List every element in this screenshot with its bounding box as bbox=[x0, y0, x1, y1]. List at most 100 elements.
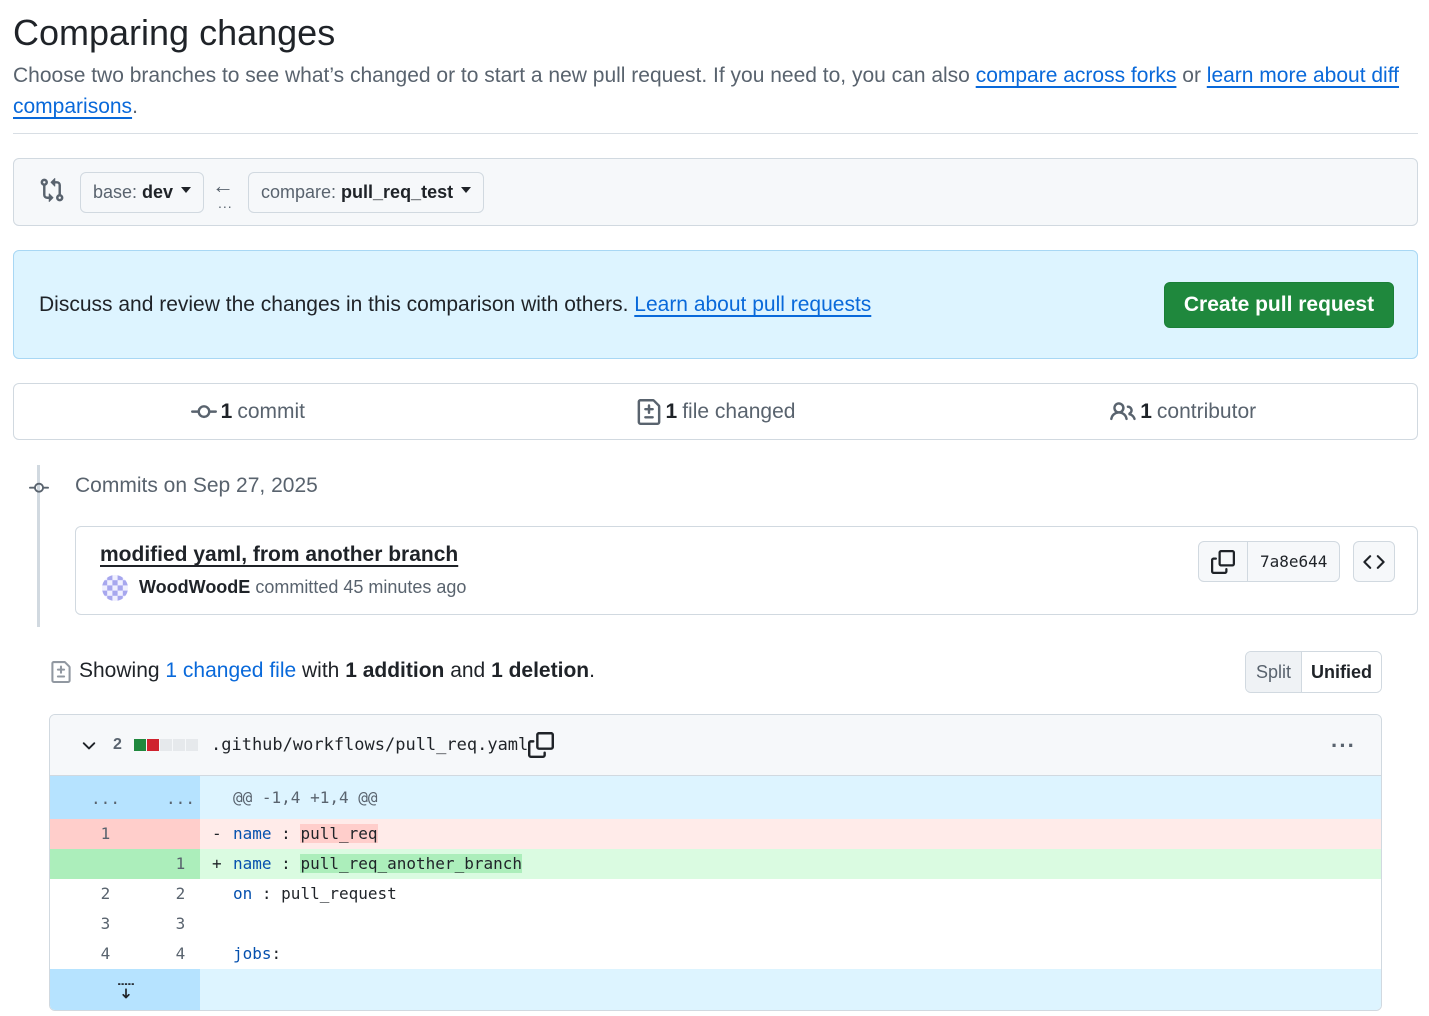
commits-count-link[interactable]: 1 commit bbox=[14, 384, 482, 439]
files-label: file changed bbox=[682, 399, 796, 423]
diff-line-context: 4 4 jobs: bbox=[50, 939, 1381, 969]
old-line-number[interactable]: 1 bbox=[68, 819, 143, 849]
hunk-header-row: ... ... @@ -1,4 +1,4 @@ bbox=[50, 776, 1381, 819]
header-divider bbox=[13, 133, 1418, 134]
kebab-horizontal-icon[interactable]: ··· bbox=[1331, 733, 1356, 759]
avatar[interactable] bbox=[102, 575, 128, 601]
diffstat-block-added bbox=[134, 739, 146, 751]
yaml-key: name bbox=[233, 824, 272, 843]
toc-with: with bbox=[296, 659, 346, 682]
identicon-icon bbox=[102, 575, 128, 601]
subtitle-text: Choose two branches to see what’s change… bbox=[13, 64, 976, 87]
range-editor: base: dev ← ... compare: pull_req_test bbox=[13, 158, 1418, 226]
hunk-header: @@ -1,4 +1,4 @@ bbox=[233, 788, 378, 807]
yaml-value: pull_req_another_branch bbox=[300, 854, 522, 873]
contributors-count: 1 bbox=[1140, 399, 1152, 423]
commits-label: commit bbox=[237, 399, 306, 423]
old-line-number[interactable] bbox=[68, 849, 143, 879]
browse-repository-button[interactable] bbox=[1353, 541, 1395, 582]
expand-up-left[interactable]: ... bbox=[68, 776, 143, 819]
base-branch-value: dev bbox=[142, 182, 174, 202]
yaml-key: jobs bbox=[233, 944, 272, 963]
file-path-link[interactable]: .github/workflows/pull_req.yaml bbox=[211, 735, 528, 755]
diffstat-blocks bbox=[134, 739, 198, 751]
commit-sha-group: 7a8e644 bbox=[1198, 541, 1341, 582]
commit-item: modified yaml, from another branch WoodW… bbox=[75, 526, 1418, 615]
code-icon bbox=[1363, 554, 1385, 569]
diff-line-deleted: 1 - name : pull_req bbox=[50, 819, 1381, 849]
toc-period: . bbox=[589, 659, 595, 682]
expand-down-row bbox=[50, 969, 1381, 1010]
commit-action: committed 45 minutes ago bbox=[250, 577, 467, 597]
diffstat-block-deleted bbox=[147, 739, 159, 751]
people-icon bbox=[1110, 401, 1136, 420]
yaml-separator: : bbox=[271, 944, 282, 963]
compare-branch-value: pull_req_test bbox=[341, 182, 454, 202]
compare-prefix: compare: bbox=[261, 182, 337, 202]
file-diff-icon bbox=[637, 398, 660, 425]
yaml-separator: : bbox=[252, 884, 282, 903]
caret-down-icon bbox=[461, 186, 472, 193]
numbers-summary: 1 commit 1 file changed 1 contributor bbox=[13, 383, 1418, 440]
old-line-number[interactable]: 4 bbox=[68, 939, 143, 969]
page-subtitle: Choose two branches to see what’s change… bbox=[13, 60, 1413, 122]
chevron-down-icon[interactable] bbox=[79, 736, 99, 756]
yaml-value: pull_request bbox=[281, 884, 397, 903]
commits-date-header: Commits on Sep 27, 2025 bbox=[75, 474, 318, 497]
copy-icon bbox=[1211, 549, 1235, 574]
file-diff-icon bbox=[51, 661, 71, 683]
yaml-key: on bbox=[233, 884, 253, 903]
learn-pull-requests-link[interactable]: Learn about pull requests bbox=[634, 293, 871, 316]
commits-count: 1 bbox=[220, 399, 233, 423]
diff-line-context: 3 3 bbox=[50, 909, 1381, 939]
commit-sha-link[interactable]: 7a8e644 bbox=[1248, 542, 1339, 581]
toc-additions: 1 addition bbox=[345, 659, 445, 682]
git-commit-icon bbox=[29, 482, 49, 493]
file-diff: 2 .github/workflows/pull_req.yaml ··· ..… bbox=[49, 714, 1382, 1011]
diff-line-added: 1 + name : pull_req_another_branch bbox=[50, 849, 1381, 879]
git-commit-icon bbox=[190, 404, 217, 418]
old-line-number[interactable]: 3 bbox=[68, 909, 143, 939]
subtitle-or: or bbox=[1176, 64, 1207, 87]
unfold-down-icon[interactable] bbox=[117, 979, 135, 1001]
compare-flash: Discuss and review the changes in this c… bbox=[13, 250, 1418, 359]
toc-deletions: 1 deletion bbox=[491, 659, 590, 682]
files-count: 1 bbox=[665, 399, 678, 423]
base-branch-select[interactable]: base: dev bbox=[80, 172, 205, 213]
subtitle-period: . bbox=[132, 95, 138, 118]
git-compare-icon bbox=[40, 177, 64, 203]
yaml-separator: : bbox=[271, 854, 301, 873]
changed-file-link[interactable]: 1 changed file bbox=[165, 659, 296, 682]
contributors-link[interactable]: 1 contributor bbox=[949, 384, 1417, 439]
diff-table: ... ... @@ -1,4 +1,4 @@ 1 - name : pull_… bbox=[50, 776, 1381, 1010]
toc-showing: Showing bbox=[79, 659, 166, 682]
copy-sha-button[interactable] bbox=[1199, 542, 1248, 581]
create-pull-request-button[interactable]: Create pull request bbox=[1164, 282, 1394, 328]
compare-branch-select[interactable]: compare: pull_req_test bbox=[248, 172, 485, 213]
toc-and: and bbox=[444, 659, 492, 682]
old-line-number[interactable]: 2 bbox=[68, 879, 143, 909]
diff-line-context: 2 2 on : pull_request bbox=[50, 879, 1381, 909]
yaml-key: name bbox=[233, 854, 272, 873]
contributors-label: contributor bbox=[1156, 399, 1257, 423]
split-view-button[interactable]: Split bbox=[1246, 652, 1302, 692]
diffstat-block-neutral bbox=[160, 739, 172, 751]
range-dots: ... bbox=[218, 195, 233, 211]
caret-down-icon bbox=[181, 186, 192, 193]
diffstat-block-neutral bbox=[186, 739, 198, 751]
file-header: 2 .github/workflows/pull_req.yaml ··· bbox=[50, 715, 1381, 776]
diffstat-count: 2 bbox=[113, 736, 122, 753]
base-prefix: base: bbox=[93, 182, 138, 202]
flash-text: Discuss and review the changes in this c… bbox=[39, 293, 871, 317]
files-changed-link[interactable]: 1 file changed bbox=[482, 384, 950, 439]
diff-view-toggle: Split Unified bbox=[1245, 651, 1382, 693]
commit-author-link[interactable]: WoodWoodE bbox=[139, 577, 250, 597]
unified-view-button[interactable]: Unified bbox=[1302, 652, 1381, 692]
diff-summary-text: Showing 1 changed file with 1 addition a… bbox=[79, 659, 595, 683]
commit-title-link[interactable]: modified yaml, from another branch bbox=[100, 543, 458, 567]
compare-across-forks-link[interactable]: compare across forks bbox=[976, 64, 1177, 87]
copy-icon[interactable] bbox=[528, 732, 554, 758]
page-title: Comparing changes bbox=[13, 12, 336, 53]
yaml-value: pull_req bbox=[300, 824, 378, 843]
commit-meta: WoodWoodE committed 45 minutes ago bbox=[139, 577, 466, 598]
